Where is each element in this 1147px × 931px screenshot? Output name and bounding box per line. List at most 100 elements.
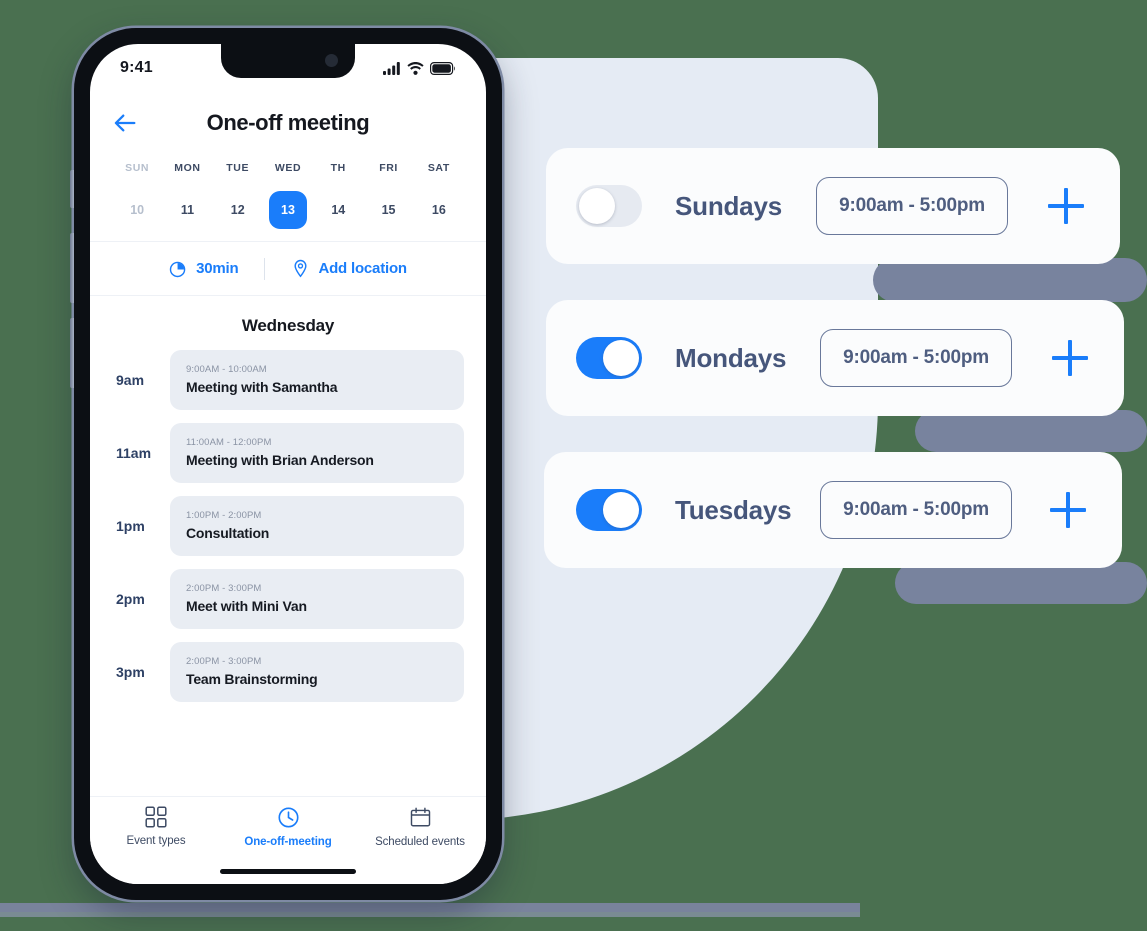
- availability-card-mondays[interactable]: Mondays 9:00am - 5:00pm: [546, 300, 1124, 416]
- week-day-fri[interactable]: FRI 15: [363, 162, 413, 229]
- event-row[interactable]: 2pm 2:00PM - 3:00PM Meet with Mini Van: [112, 569, 464, 629]
- plus-icon[interactable]: [1044, 184, 1088, 228]
- volume-down-button[interactable]: [70, 318, 74, 388]
- time-range-text: 9:00am - 5:00pm: [843, 499, 989, 520]
- availability-card-tuesdays[interactable]: Tuesdays 9:00am - 5:00pm: [544, 452, 1122, 568]
- tab-one-off-meeting[interactable]: One-off-meeting: [222, 806, 354, 848]
- availability-time-range-sundays[interactable]: 9:00am - 5:00pm: [816, 177, 1008, 235]
- availability-time-range-mondays[interactable]: 9:00am - 5:00pm: [820, 329, 1012, 387]
- week-dow-label: SAT: [427, 162, 450, 174]
- week-day-sun[interactable]: SUN 10: [112, 162, 162, 229]
- event-title: Consultation: [186, 525, 270, 541]
- duration-label: 30min: [196, 260, 239, 277]
- toggle-knob: [603, 492, 639, 528]
- availability-time-range-tuesdays[interactable]: 9:00am - 5:00pm: [820, 481, 1012, 539]
- add-location-button[interactable]: Add location: [265, 259, 432, 278]
- week-date-label: 15: [381, 203, 396, 217]
- event-time-range: 2:00PM - 3:00PM: [186, 583, 262, 594]
- calendar-icon: [410, 807, 430, 827]
- toggle-knob: [579, 188, 615, 224]
- grid-icon: [145, 806, 167, 828]
- availability-day-label-tuesdays: Tuesdays: [675, 494, 792, 525]
- bottom-tab-bar: Event types One-off-meeting Scheduled ev…: [90, 796, 486, 884]
- week-date-label: 10: [130, 203, 145, 217]
- event-list: 9am 9:00AM - 10:00AM Meeting with Samant…: [90, 350, 486, 719]
- availability-card-shadow-sundays: [873, 258, 1147, 302]
- tab-label: Event types: [126, 835, 186, 847]
- plus-icon[interactable]: [1046, 488, 1090, 532]
- week-date-label-selected: 13: [268, 191, 307, 229]
- event-hour-label: 9am: [116, 372, 145, 388]
- event-card[interactable]: 1:00PM - 2:00PM Consultation: [170, 496, 464, 556]
- clock-icon: [169, 261, 186, 278]
- week-day-sat[interactable]: SAT 16: [414, 162, 464, 229]
- page-title: One-off meeting: [206, 110, 370, 135]
- signal-icon: [383, 61, 400, 75]
- event-card[interactable]: 2:00PM - 3:00PM Team Brainstorming: [170, 642, 464, 702]
- week-dow-label: MON: [174, 162, 201, 174]
- time-range-text: 9:00am - 5:00pm: [843, 347, 989, 368]
- availability-toggle-mondays[interactable]: [576, 337, 642, 379]
- week-day-mon[interactable]: MON 11: [162, 162, 212, 229]
- week-date-label: 16: [431, 203, 446, 217]
- status-bar-clock: 9:41: [120, 59, 153, 76]
- volume-up-button[interactable]: [70, 233, 74, 303]
- week-dow-label: TH: [330, 162, 346, 174]
- week-date-label: 12: [230, 203, 245, 217]
- event-hour-label: 11am: [116, 445, 152, 461]
- event-time-range: 9:00AM - 10:00AM: [186, 364, 267, 375]
- tab-event-types[interactable]: Event types: [90, 806, 222, 847]
- week-date-label: 11: [180, 203, 195, 217]
- tab-scheduled-events[interactable]: Scheduled events: [354, 806, 486, 848]
- selected-day-heading: Wednesday: [241, 316, 335, 335]
- event-row[interactable]: 9am 9:00AM - 10:00AM Meeting with Samant…: [112, 350, 464, 410]
- event-card[interactable]: 11:00AM - 12:00PM Meeting with Brian And…: [170, 423, 464, 483]
- meeting-options-bar: 30min Add location: [90, 241, 486, 296]
- event-row[interactable]: 1pm 1:00PM - 2:00PM Consultation: [112, 496, 464, 556]
- availability-card-shadow-tuesdays: [895, 562, 1147, 604]
- event-title: Meeting with Brian Anderson: [186, 452, 374, 468]
- week-dow-label: TUE: [226, 162, 250, 174]
- event-time-range: 1:00PM - 2:00PM: [186, 510, 262, 521]
- availability-card-shadow-mondays: [915, 410, 1147, 452]
- event-card[interactable]: 2:00PM - 3:00PM Meet with Mini Van: [170, 569, 464, 629]
- wifi-icon: [407, 61, 424, 75]
- availability-card-sundays[interactable]: Sundays 9:00am - 5:00pm: [546, 148, 1120, 264]
- availability-toggle-tuesdays[interactable]: [576, 489, 642, 531]
- phone-screen: 9:41 One-off meeting SUN 10 MON 11 TUE 1…: [90, 44, 486, 884]
- event-title: Meet with Mini Van: [186, 598, 307, 614]
- clock-icon: [277, 807, 299, 828]
- home-indicator[interactable]: [220, 869, 356, 874]
- time-range-text: 9:00am - 5:00pm: [839, 195, 985, 216]
- plus-icon[interactable]: [1048, 336, 1092, 380]
- tab-label: Scheduled events: [375, 836, 465, 848]
- silent-switch-button[interactable]: [70, 170, 74, 208]
- battery-icon: [430, 61, 455, 75]
- availability-toggle-sundays[interactable]: [576, 185, 642, 227]
- event-title: Team Brainstorming: [186, 671, 318, 687]
- week-dow-label: WED: [274, 162, 302, 174]
- week-day-tue[interactable]: TUE 12: [213, 162, 263, 229]
- event-hour-label: 1pm: [116, 518, 145, 534]
- event-row[interactable]: 3pm 2:00PM - 3:00PM Team Brainstorming: [112, 642, 464, 702]
- phone-base-shadow: [0, 903, 860, 912]
- week-date-label: 14: [331, 203, 346, 217]
- duration-button[interactable]: 30min: [143, 259, 264, 278]
- status-bar-icons: [383, 61, 456, 75]
- availability-day-label-mondays: Mondays: [675, 342, 787, 373]
- week-day-selector: SUN 10 MON 11 TUE 12 WED 13 TH 14 FRI 15: [90, 154, 486, 241]
- tab-label: One-off-meeting: [244, 836, 332, 848]
- add-location-label: Add location: [318, 260, 407, 277]
- event-row[interactable]: 11am 11:00AM - 12:00PM Meeting with Bria…: [112, 423, 464, 483]
- week-dow-label: FRI: [379, 162, 398, 174]
- toggle-knob: [603, 340, 639, 376]
- event-card[interactable]: 9:00AM - 10:00AM Meeting with Samantha: [170, 350, 464, 410]
- location-pin-icon: [294, 259, 307, 278]
- event-hour-label: 3pm: [116, 664, 145, 680]
- week-day-wed[interactable]: WED 13: [263, 162, 313, 229]
- phone-mockup: 9:41 One-off meeting SUN 10 MON 11 TUE 1…: [70, 28, 502, 900]
- status-bar: 9:41: [90, 44, 486, 92]
- event-time-range: 11:00AM - 12:00PM: [186, 437, 272, 448]
- event-time-range: 2:00PM - 3:00PM: [186, 656, 262, 667]
- week-day-th[interactable]: TH 14: [313, 162, 363, 229]
